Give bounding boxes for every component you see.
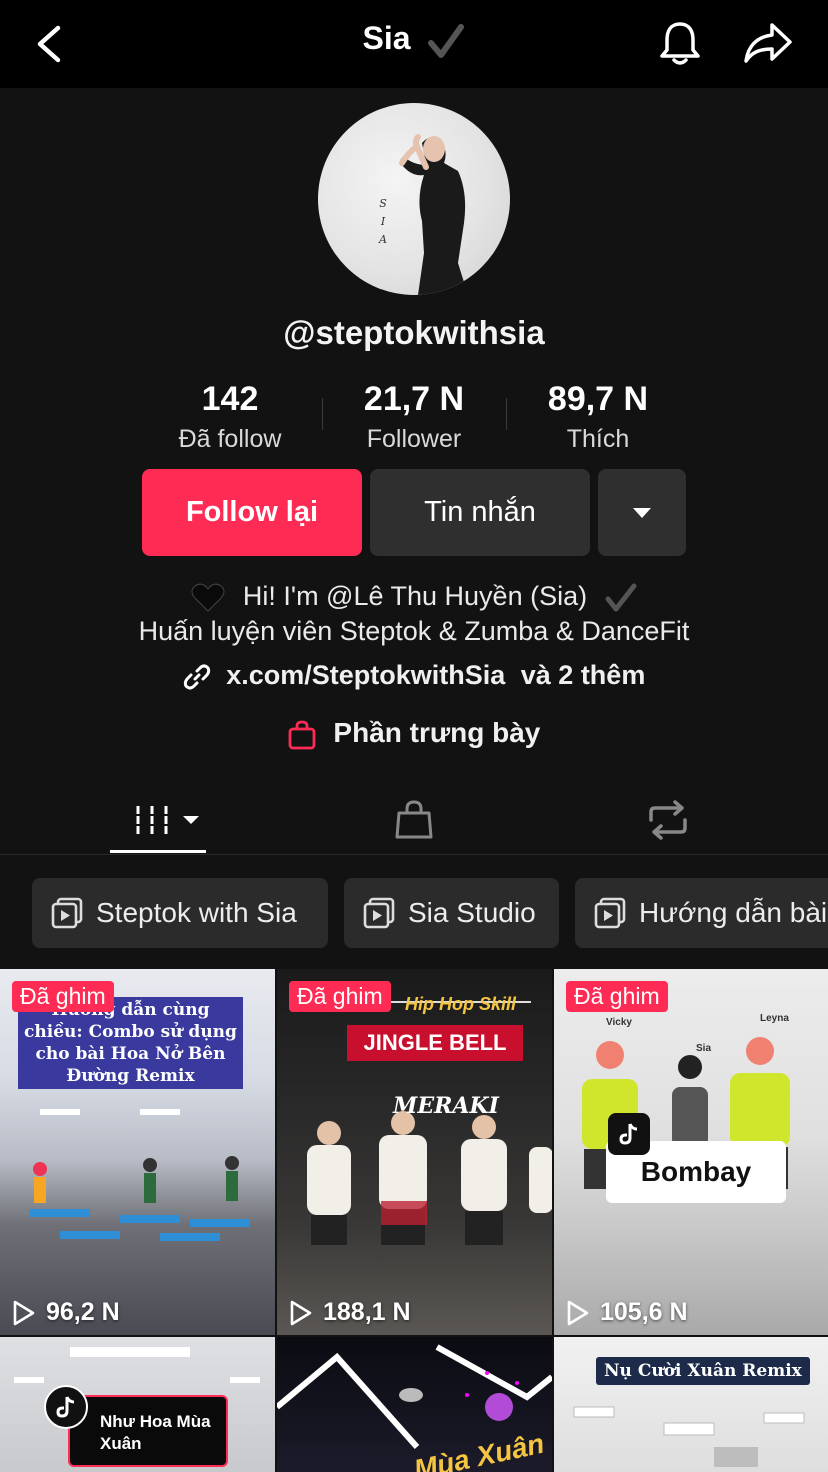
avatar[interactable]: S I A [318, 103, 510, 295]
message-button[interactable]: Tin nhắn [370, 469, 590, 556]
stat-followers-label: Follower [366, 425, 462, 453]
studio-logo: MERAKI [393, 1093, 499, 1119]
view-count: 96,2 N [12, 1298, 120, 1327]
tab-shop[interactable] [374, 790, 454, 850]
bio-link-url: x.com/SteptokwithSia [226, 660, 506, 690]
view-count-value: 188,1 N [323, 1298, 411, 1326]
playlist-label: Hướng dẫn bài [639, 897, 828, 928]
tiktok-logo-icon [44, 1385, 88, 1429]
view-count-value: 105,6 N [600, 1298, 688, 1326]
play-icon [13, 1300, 35, 1325]
playlist-icon [363, 897, 395, 929]
repost-icon [649, 800, 687, 840]
play-icon [290, 1300, 312, 1325]
view-count: 105,6 N [566, 1298, 688, 1327]
stat-following-value: 142 [201, 380, 259, 418]
caret-down-icon [633, 507, 651, 518]
stat-followers[interactable]: 21,7 N Follower [322, 380, 506, 454]
bio-greeting: Hi! I'm @Lê Thu Huyền (Sia) [242, 581, 588, 611]
view-count: 188,1 N [289, 1298, 411, 1327]
stat-likes-label: Thích [566, 425, 630, 453]
stat-likes-value: 89,7 N [547, 380, 649, 418]
caret-down-icon [183, 816, 199, 824]
play-icon [567, 1300, 589, 1325]
showcase-label: Phần trưng bày [333, 717, 541, 748]
video-caption-top: Hip Hop Skill [405, 994, 517, 1014]
follow-back-button[interactable]: Follow lại [142, 469, 362, 556]
verified-check-icon [605, 583, 637, 612]
pinned-badge: Đã ghim [12, 981, 114, 1012]
shopping-bag-icon [288, 720, 316, 750]
tiktok-note-icon [608, 1113, 650, 1155]
notification-bell-icon[interactable] [656, 18, 704, 68]
share-arrow-icon[interactable] [742, 20, 794, 66]
more-options-button[interactable] [598, 469, 686, 556]
playlist-steptok-with-sia[interactable]: Steptok with Sia [32, 878, 328, 948]
dancer-name: Leyna [760, 1013, 789, 1024]
tab-reposts[interactable] [628, 790, 708, 850]
playlist-sia-studio[interactable]: Sia Studio [344, 878, 559, 948]
avatar-photo [399, 134, 468, 295]
video-caption: Nụ Cười Xuân Remix [596, 1357, 810, 1385]
tab-divider [0, 854, 828, 855]
video-grid-icon [136, 806, 168, 834]
bio-link-more: và 2 thêm [520, 660, 646, 690]
playlist-label: Steptok with Sia [96, 897, 297, 928]
playlist-icon [51, 897, 83, 929]
link-chain-icon [183, 664, 210, 690]
profile-name: Sia [362, 20, 411, 56]
view-count-value: 96,2 N [46, 1298, 120, 1326]
video-tile[interactable]: Hip Hop Skill JINGLE BELL MERAKI Đã ghim… [277, 969, 552, 1335]
profile-handle: @steptokwithsia [283, 314, 545, 351]
pinned-badge: Đã ghim [566, 981, 668, 1012]
bio-link[interactable]: x.com/SteptokwithSia và 2 thêm [0, 660, 828, 691]
video-tile[interactable]: Hướng dẫn cùng chiều: Combo sử dụng cho … [0, 969, 275, 1335]
tab-videos[interactable] [110, 790, 206, 850]
playlist-icon [594, 897, 626, 929]
black-heart-icon [191, 583, 225, 612]
dancers-scene [305, 1001, 552, 1245]
video-tile[interactable]: Vicky Sia Leyna Bombay Đã ghim 105,6 N [554, 969, 828, 1335]
playlist-huong-dan-bai[interactable]: Hướng dẫn bài [575, 878, 828, 948]
stat-followers-value: 21,7 N [363, 380, 465, 418]
video-tile[interactable]: Như Hoa Mùa Xuân [0, 1337, 275, 1472]
video-banner: JINGLE BELL [347, 1025, 523, 1061]
bio-line-2: Huấn luyện viên Steptok & Zumba & DanceF… [138, 616, 690, 646]
verified-check-icon [428, 23, 465, 58]
bio-line-1: Hi! I'm @Lê Thu Huyền (Sia) [0, 581, 828, 613]
video-caption: Như Hoa Mùa Xuân [68, 1395, 228, 1467]
pinned-badge: Đã ghim [289, 981, 391, 1012]
video-tile[interactable]: Nụ Cười Xuân Remix [554, 1337, 828, 1472]
avatar-letters: S I A [379, 197, 387, 246]
playlist-label: Sia Studio [408, 897, 536, 928]
video-tile[interactable]: Mùa Xuân [277, 1337, 552, 1472]
showcase-link[interactable]: Phần trưng bày [0, 717, 828, 750]
dancer-name: Vicky [606, 1017, 632, 1028]
top-bar: Sia [0, 0, 828, 88]
dancer-name: Sia [696, 1043, 712, 1054]
stat-following-label: Đã follow [178, 425, 282, 453]
active-tab-indicator [110, 850, 206, 853]
stat-following[interactable]: 142 Đã follow [138, 380, 322, 454]
shopping-bag-icon [395, 800, 433, 839]
stat-likes[interactable]: 89,7 N Thích [506, 380, 690, 454]
